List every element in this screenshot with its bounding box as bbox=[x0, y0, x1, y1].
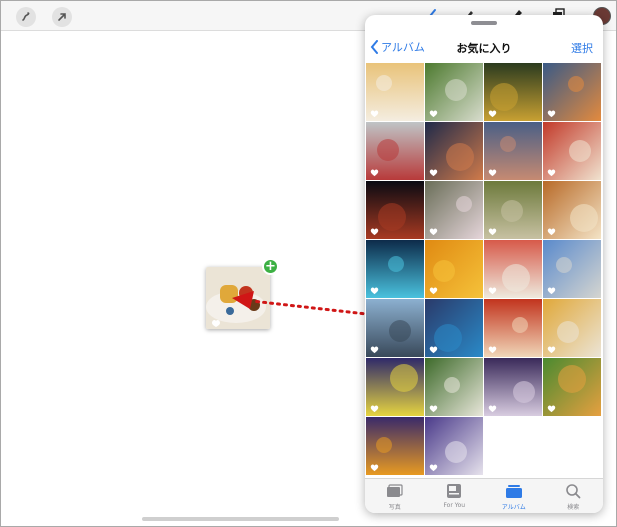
album-title: お気に入り bbox=[456, 42, 512, 55]
photo-thumbnail[interactable] bbox=[543, 358, 601, 416]
heart-icon bbox=[429, 110, 438, 118]
photo-thumbnail[interactable] bbox=[366, 358, 424, 416]
photo-thumbnail[interactable] bbox=[425, 417, 483, 475]
photo-thumbnail[interactable] bbox=[484, 358, 542, 416]
photo-thumbnail[interactable] bbox=[425, 63, 483, 121]
panel-grabber[interactable] bbox=[471, 21, 497, 25]
heart-icon bbox=[488, 405, 497, 413]
arrow-select-icon[interactable] bbox=[52, 7, 72, 27]
squiggle-pen-icon[interactable] bbox=[16, 7, 36, 27]
photo-thumbnail[interactable] bbox=[543, 240, 601, 298]
heart-icon bbox=[370, 346, 379, 354]
photos-slide-over-panel: アルバム お気に入り 選択 写真 For You アルバム 検索 bbox=[365, 15, 603, 513]
heart-icon bbox=[429, 464, 438, 472]
heart-icon bbox=[547, 169, 556, 177]
photo-thumbnail[interactable] bbox=[366, 240, 424, 298]
tab-photos[interactable]: 写真 bbox=[365, 479, 425, 513]
photo-thumbnail[interactable] bbox=[543, 63, 601, 121]
photo-thumbnail[interactable] bbox=[366, 63, 424, 121]
panel-navigation-bar: アルバム お気に入り 選択 bbox=[365, 29, 603, 63]
heart-icon bbox=[547, 346, 556, 354]
photo-grid bbox=[366, 63, 603, 475]
photo-thumbnail[interactable] bbox=[366, 181, 424, 239]
heart-icon bbox=[488, 346, 497, 354]
heart-icon bbox=[547, 287, 556, 295]
photos-tab-icon bbox=[386, 484, 403, 497]
photo-thumbnail[interactable] bbox=[366, 417, 424, 475]
heart-icon bbox=[370, 228, 379, 236]
photo-thumbnail[interactable] bbox=[484, 181, 542, 239]
photo-thumbnail[interactable] bbox=[425, 240, 483, 298]
heart-icon bbox=[429, 346, 438, 354]
photo-thumbnail[interactable] bbox=[425, 181, 483, 239]
photo-thumbnail[interactable] bbox=[484, 122, 542, 180]
heart-icon bbox=[429, 169, 438, 177]
heart-icon bbox=[547, 405, 556, 413]
albums-tab-icon bbox=[505, 485, 522, 498]
photo-thumbnail[interactable] bbox=[484, 63, 542, 121]
heart-icon bbox=[429, 287, 438, 295]
app-window: + アルバム お気に入り 選択 写真 For You アルバム 検索 bbox=[0, 0, 617, 527]
photo-thumbnail[interactable] bbox=[484, 240, 542, 298]
tab-label: 写真 bbox=[388, 504, 401, 511]
heart-icon bbox=[370, 110, 379, 118]
tab-search[interactable]: 検索 bbox=[544, 479, 604, 513]
heart-icon bbox=[547, 110, 556, 118]
heart-icon bbox=[429, 228, 438, 236]
photo-thumbnail[interactable] bbox=[484, 299, 542, 357]
heart-icon bbox=[488, 228, 497, 236]
search-icon bbox=[566, 484, 581, 499]
tab-label: アルバム bbox=[501, 504, 526, 511]
heart-icon bbox=[370, 287, 379, 295]
heart-icon bbox=[488, 287, 497, 295]
heart-icon bbox=[429, 405, 438, 413]
photo-thumbnail[interactable] bbox=[425, 299, 483, 357]
photo-thumbnail[interactable] bbox=[543, 181, 601, 239]
tab-albums[interactable]: アルバム bbox=[484, 479, 544, 513]
for-you-tab-icon bbox=[447, 484, 462, 498]
home-indicator bbox=[142, 517, 339, 521]
heart-icon bbox=[547, 228, 556, 236]
select-button[interactable]: 選択 bbox=[571, 40, 593, 56]
photo-thumbnail[interactable] bbox=[425, 358, 483, 416]
heart-icon bbox=[370, 169, 379, 177]
dragged-photo-image bbox=[206, 267, 270, 329]
add-badge: + bbox=[262, 258, 279, 275]
heart-icon bbox=[370, 464, 379, 472]
tab-label: For You bbox=[443, 502, 466, 509]
photo-thumbnail[interactable] bbox=[366, 299, 424, 357]
tab-for-you[interactable]: For You bbox=[425, 479, 485, 513]
photo-thumbnail[interactable] bbox=[543, 122, 601, 180]
heart-icon bbox=[488, 169, 497, 177]
photo-thumbnail[interactable] bbox=[366, 122, 424, 180]
tab-bar: 写真 For You アルバム 検索 bbox=[365, 478, 603, 513]
photo-thumbnail[interactable] bbox=[543, 299, 601, 357]
dragged-photo-thumbnail[interactable] bbox=[206, 267, 270, 329]
heart-icon bbox=[488, 110, 497, 118]
photo-thumbnail[interactable] bbox=[425, 122, 483, 180]
heart-icon bbox=[370, 405, 379, 413]
tab-label: 検索 bbox=[567, 504, 580, 511]
